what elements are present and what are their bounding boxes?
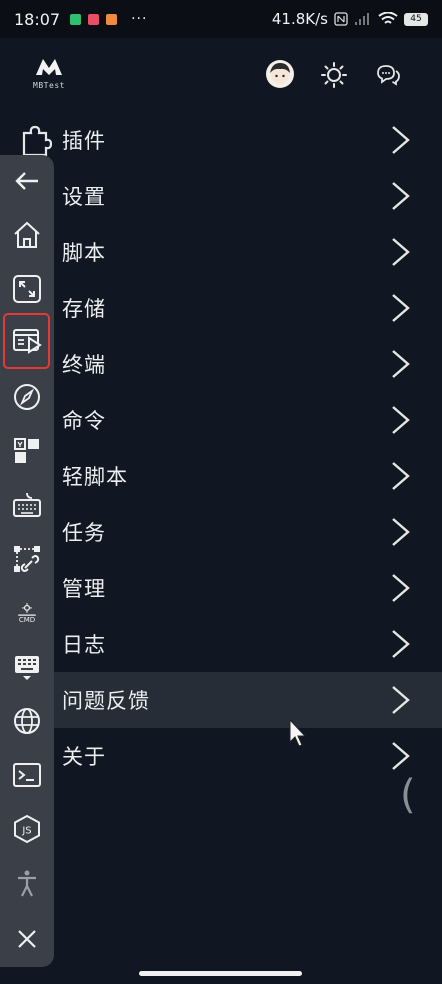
chevron-right-icon xyxy=(392,182,410,210)
accessibility-button[interactable] xyxy=(7,863,47,903)
menu-item-scripts[interactable]: 脚本 xyxy=(54,224,442,280)
battery-indicator: 45 xyxy=(404,12,428,26)
layout-icon xyxy=(14,438,39,463)
menu-item-tasks[interactable]: 任务 xyxy=(54,504,442,560)
app-header: MBTest xyxy=(0,38,442,112)
network-speed: 41.8K/s xyxy=(271,10,328,28)
theme-toggle-icon[interactable] xyxy=(321,62,347,88)
more-notifications-icon: ··· xyxy=(131,11,148,27)
chevron-right-icon xyxy=(392,238,410,266)
js-icon: JS xyxy=(14,814,40,844)
home-indicator[interactable] xyxy=(139,971,302,976)
js-label: JS xyxy=(21,826,31,837)
back-button[interactable] xyxy=(7,161,47,201)
flow-link-icon xyxy=(14,546,40,572)
menu-item-logs[interactable]: 日志 xyxy=(54,616,442,672)
mouse-cursor-icon xyxy=(289,718,307,747)
menu-item-plugins[interactable]: 插件 xyxy=(54,112,442,168)
menu-item-label: 插件 xyxy=(62,129,106,153)
menu-item-label: 设置 xyxy=(62,185,106,209)
node-link-button[interactable] xyxy=(7,539,47,579)
menu-item-label: 终端 xyxy=(62,353,106,377)
chevron-right-icon xyxy=(392,406,410,434)
close-icon xyxy=(18,930,36,948)
globe-icon xyxy=(14,708,40,734)
chevron-right-icon xyxy=(392,350,410,378)
menu-item-label: 脚本 xyxy=(62,241,106,265)
menu-item-label: 任务 xyxy=(62,521,106,545)
cmd-button[interactable]: CMD xyxy=(7,593,47,633)
mail-notification-icon xyxy=(106,13,118,25)
signal-icon xyxy=(355,13,369,25)
fullscreen-icon xyxy=(13,275,41,303)
terminal-button[interactable] xyxy=(7,755,47,795)
play-window-icon xyxy=(12,329,42,354)
chevron-right-icon xyxy=(392,126,410,154)
chevron-right-icon xyxy=(392,742,410,770)
menu-item-storage[interactable]: 存储 xyxy=(54,280,442,336)
home-icon xyxy=(14,221,40,248)
chevron-right-icon xyxy=(392,294,410,322)
status-bar: 18:07 ··· 41.8K/s 45 xyxy=(0,0,442,38)
menu-item-light-scripts[interactable]: 轻脚本 xyxy=(54,448,442,504)
wifi-icon xyxy=(378,12,398,24)
navigator-button[interactable] xyxy=(7,377,47,417)
keyboard-button[interactable] xyxy=(7,485,47,525)
menu-item-label: 轻脚本 xyxy=(62,465,128,489)
menu-item-commands[interactable]: 命令 xyxy=(54,392,442,448)
floating-window-button[interactable] xyxy=(3,313,50,369)
input-keyboard-button[interactable] xyxy=(7,647,47,687)
chat-icon[interactable] xyxy=(375,62,401,88)
avatar[interactable] xyxy=(266,60,294,88)
js-button[interactable]: JS xyxy=(7,809,47,849)
menu-item-settings[interactable]: 设置 xyxy=(54,168,442,224)
menu-item-manage[interactable]: 管理 xyxy=(54,560,442,616)
loading-indicator: ( xyxy=(400,772,416,818)
cmd-icon xyxy=(18,602,36,616)
close-toolbar-button[interactable] xyxy=(7,919,47,959)
app-logo: MBTest xyxy=(30,56,68,90)
home-button[interactable] xyxy=(7,215,47,255)
chevron-right-icon xyxy=(392,518,410,546)
fullscreen-button[interactable] xyxy=(7,269,47,309)
floating-toolbar: CMD JS xyxy=(0,155,54,967)
nfc-icon xyxy=(334,12,348,26)
puzzle-icon xyxy=(22,125,52,156)
menu-item-label: 存储 xyxy=(62,297,106,321)
chevron-right-icon xyxy=(392,462,410,490)
menu-item-label: 管理 xyxy=(62,577,106,601)
menu-item-terminal[interactable]: 终端 xyxy=(54,336,442,392)
chevron-right-icon xyxy=(392,686,410,714)
input-keyboard-icon xyxy=(15,656,39,680)
app-notification-icon xyxy=(88,13,100,25)
chevron-right-icon xyxy=(392,630,410,658)
web-button[interactable] xyxy=(7,701,47,741)
terminal-icon xyxy=(13,763,41,787)
compass-icon xyxy=(14,384,40,410)
menu-item-feedback[interactable]: 问题反馈 xyxy=(54,672,442,728)
menu-item-label: 问题反馈 xyxy=(62,689,150,713)
menu-item-label: 关于 xyxy=(62,745,106,769)
keyboard-icon xyxy=(13,492,41,517)
cmd-label: CMD xyxy=(18,615,36,624)
back-arrow-icon xyxy=(15,172,38,190)
accessibility-icon xyxy=(18,870,36,897)
chevron-right-icon xyxy=(392,574,410,602)
menu-item-about[interactable]: 关于 xyxy=(54,728,442,784)
menu-item-label: 日志 xyxy=(62,633,106,657)
menu-item-label: 命令 xyxy=(62,409,106,433)
layout-inspector-button[interactable] xyxy=(7,431,47,471)
main-menu: 插件 设置 脚本 存储 终端 命令 轻脚本 任务 管理 日志 问题反馈 关于 xyxy=(54,112,442,784)
status-time: 18:07 xyxy=(14,9,61,29)
logo-text: MBTest xyxy=(33,81,65,90)
logo-mark-icon xyxy=(36,59,62,75)
wechat-notification-icon xyxy=(70,13,82,25)
